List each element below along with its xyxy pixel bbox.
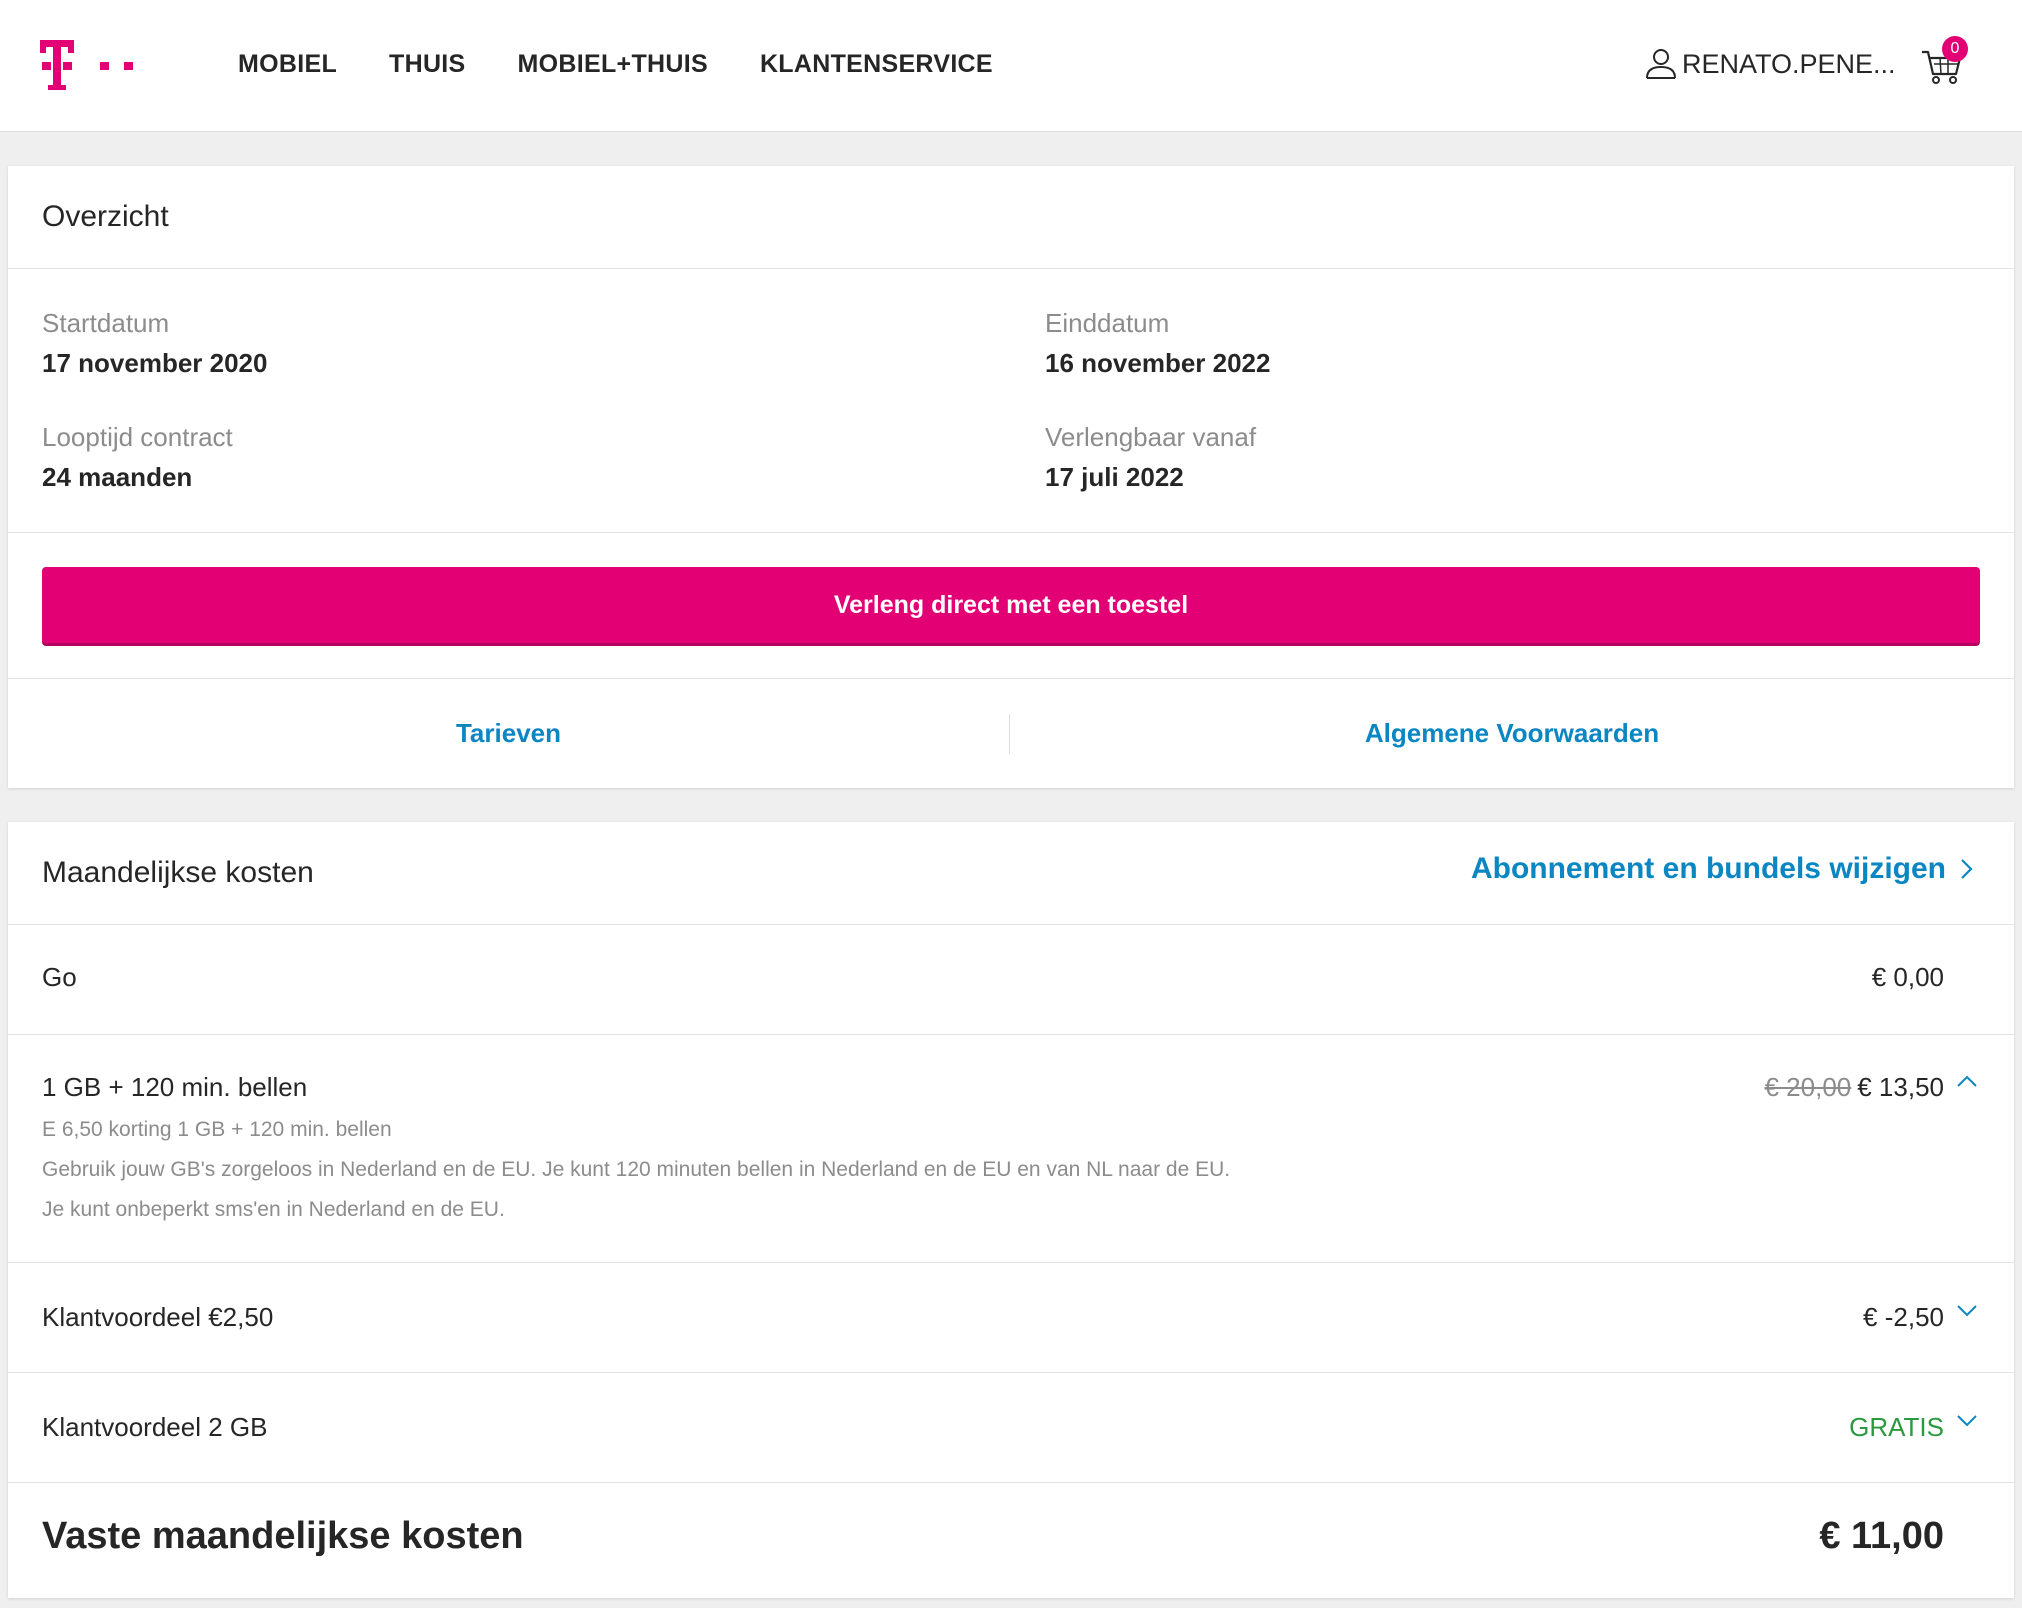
start-date-value: 17 november 2020 bbox=[42, 348, 268, 378]
total-label: Vaste maandelijkse kosten bbox=[42, 1515, 524, 1557]
overview-title: Overzicht bbox=[42, 200, 169, 233]
total-price: € 11,00 bbox=[1819, 1515, 1944, 1557]
telekom-logo[interactable] bbox=[40, 38, 140, 92]
renewable-from-label: Verlengbaar vanaf bbox=[1045, 422, 1257, 452]
user-account-link[interactable]: RENATO.PENE... bbox=[1644, 46, 1896, 82]
monthly-costs-card: Maandelijkse kosten Abonnement en bundel… bbox=[8, 822, 2014, 1598]
bundle-detail: Je kunt onbeperkt sms'en in Nederland en… bbox=[42, 1198, 505, 1221]
chevron-down-icon[interactable] bbox=[1956, 1304, 1978, 1318]
rates-link[interactable]: Tarieven bbox=[8, 718, 1009, 749]
cart-count-badge: 0 bbox=[1942, 36, 1968, 62]
chevron-right-icon bbox=[1961, 859, 1973, 879]
renewable-from-value: 17 juli 2022 bbox=[1045, 462, 1184, 492]
old-price: € 20,00 bbox=[1764, 1072, 1852, 1102]
bundle-detail: Gebruik jouw GB's zorgeloos in Nederland… bbox=[42, 1158, 1231, 1181]
divider bbox=[8, 924, 2014, 925]
end-date-label: Einddatum bbox=[1045, 308, 1170, 338]
end-date-value: 16 november 2022 bbox=[1045, 348, 1271, 378]
divider bbox=[8, 1034, 2014, 1035]
bundle-detail: E 6,50 korting 1 GB + 120 min. bellen bbox=[42, 1118, 392, 1141]
contract-term-value: 24 maanden bbox=[42, 462, 193, 492]
divider bbox=[8, 1372, 2014, 1373]
nav-mobiel-thuis[interactable]: MOBIEL+THUIS bbox=[518, 50, 708, 79]
divider bbox=[8, 1262, 2014, 1263]
user-name: RENATO.PENE... bbox=[1682, 48, 1896, 79]
nav-klantenservice[interactable]: KLANTENSERVICE bbox=[760, 50, 993, 79]
divider bbox=[8, 268, 2014, 269]
change-subscription-label: Abonnement en bundels wijzigen bbox=[1470, 852, 1946, 885]
cost-row-name: Klantvoordeel 2 GB bbox=[42, 1412, 268, 1442]
free-badge: GRATIS bbox=[1849, 1412, 1944, 1442]
cost-row-price: € -2,50 bbox=[1863, 1302, 1944, 1332]
terms-link[interactable]: Algemene Voorwaarden bbox=[1010, 718, 2014, 749]
chevron-down-icon[interactable] bbox=[1956, 1414, 1978, 1428]
cost-row-price: € 0,00 bbox=[1871, 962, 1944, 992]
divider bbox=[8, 678, 2014, 679]
main-nav: MOBIEL THUIS MOBIEL+THUIS KLANTENSERVICE bbox=[238, 0, 1045, 128]
cost-row-name: Go bbox=[42, 962, 77, 992]
nav-mobiel[interactable]: MOBIEL bbox=[238, 50, 337, 79]
divider bbox=[8, 1482, 2014, 1483]
overview-card: Overzicht Startdatum 17 november 2020 Ei… bbox=[8, 166, 2014, 788]
renew-with-device-button[interactable]: Verleng direct met een toestel bbox=[42, 567, 1980, 643]
site-header: MOBIEL THUIS MOBIEL+THUIS KLANTENSERVICE… bbox=[0, 0, 2022, 132]
monthly-costs-title: Maandelijkse kosten bbox=[42, 856, 314, 889]
change-subscription-link[interactable]: Abonnement en bundels wijzigen bbox=[1471, 852, 1974, 886]
divider bbox=[8, 532, 2014, 533]
new-price: € 13,50 bbox=[1857, 1072, 1944, 1102]
nav-thuis[interactable]: THUIS bbox=[389, 50, 466, 79]
chevron-up-icon[interactable] bbox=[1956, 1074, 1978, 1088]
cost-row-name: 1 GB + 120 min. bellen bbox=[42, 1072, 308, 1102]
cost-row-name: Klantvoordeel €2,50 bbox=[42, 1302, 274, 1332]
contract-term-label: Looptijd contract bbox=[42, 422, 233, 452]
start-date-label: Startdatum bbox=[42, 308, 170, 338]
cost-row-price: € 20,00 € 13,50 bbox=[1765, 1072, 1945, 1103]
user-icon bbox=[1646, 49, 1676, 79]
